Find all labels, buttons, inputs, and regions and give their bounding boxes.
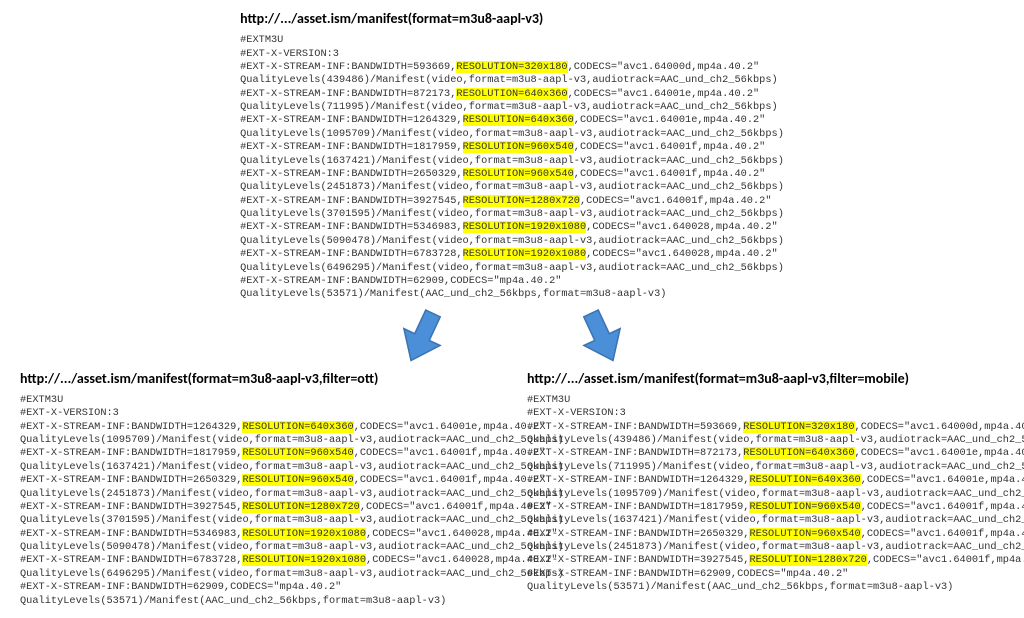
code-line: #EXTM3U (527, 394, 1004, 407)
code-line: #EXT-X-STREAM-INF:BANDWIDTH=3927545,RESO… (20, 501, 497, 514)
code-line: #EXT-X-STREAM-INF:BANDWIDTH=2650329,RESO… (20, 474, 497, 487)
manifest-mobile-body: #EXTM3U#EXT-X-VERSION:3#EXT-X-STREAM-INF… (527, 394, 1004, 595)
resolution-highlight: RESOLUTION=320x180 (456, 61, 567, 73)
code-line: QualityLevels(6496295)/Manifest(video,fo… (240, 262, 784, 275)
code-line: QualityLevels(3701595)/Manifest(video,fo… (20, 514, 497, 527)
code-line: #EXT-X-STREAM-INF:BANDWIDTH=1264329,RESO… (527, 474, 1004, 487)
code-line: QualityLevels(1095709)/Manifest(video,fo… (240, 128, 784, 141)
resolution-highlight: RESOLUTION=1280x720 (242, 501, 359, 513)
manifest-ott-body: #EXTM3U#EXT-X-VERSION:3#EXT-X-STREAM-INF… (20, 394, 497, 608)
code-line: #EXT-X-STREAM-INF:BANDWIDTH=5346983,RESO… (240, 221, 784, 234)
code-line: QualityLevels(2451873)/Manifest(video,fo… (527, 541, 1004, 554)
code-line: #EXTM3U (240, 34, 784, 47)
code-line: QualityLevels(711995)/Manifest(video,for… (240, 101, 784, 114)
code-line: #EXT-X-STREAM-INF:BANDWIDTH=2650329,RESO… (527, 528, 1004, 541)
code-line: QualityLevels(711995)/Manifest(video,for… (527, 461, 1004, 474)
resolution-highlight: RESOLUTION=960x540 (242, 474, 353, 486)
code-line: #EXT-X-VERSION:3 (527, 407, 1004, 420)
arrow-down-left-icon (392, 309, 452, 365)
code-line: #EXT-X-STREAM-INF:BANDWIDTH=3927545,RESO… (240, 195, 784, 208)
resolution-highlight: RESOLUTION=640x360 (749, 474, 860, 486)
code-line: #EXT-X-STREAM-INF:BANDWIDTH=6783728,RESO… (240, 248, 784, 261)
code-line: #EXT-X-STREAM-INF:BANDWIDTH=3927545,RESO… (527, 554, 1004, 567)
resolution-highlight: RESOLUTION=1920x1080 (242, 554, 366, 566)
code-line: #EXT-X-STREAM-INF:BANDWIDTH=62909,CODECS… (527, 568, 1004, 581)
code-line: #EXTM3U (20, 394, 497, 407)
resolution-highlight: RESOLUTION=1280x720 (749, 554, 866, 566)
resolution-highlight: RESOLUTION=1280x720 (463, 195, 580, 207)
code-line: #EXT-X-STREAM-INF:BANDWIDTH=593669,RESOL… (527, 421, 1004, 434)
code-line: QualityLevels(1637421)/Manifest(video,fo… (20, 461, 497, 474)
code-line: QualityLevels(2451873)/Manifest(video,fo… (20, 488, 497, 501)
code-line: #EXT-X-STREAM-INF:BANDWIDTH=62909,CODECS… (240, 275, 784, 288)
manifest-source-url: http://.../asset.ism/manifest(format=m3u… (240, 10, 784, 28)
code-line: #EXT-X-STREAM-INF:BANDWIDTH=872173,RESOL… (527, 447, 1004, 460)
code-line: QualityLevels(1637421)/Manifest(video,fo… (240, 155, 784, 168)
manifest-mobile-url: http://.../asset.ism/manifest(format=m3u… (527, 370, 1004, 388)
code-line: QualityLevels(5090478)/Manifest(video,fo… (240, 235, 784, 248)
code-line: QualityLevels(5090478)/Manifest(video,fo… (20, 541, 497, 554)
code-line: #EXT-X-STREAM-INF:BANDWIDTH=1817959,RESO… (20, 447, 497, 460)
code-line: #EXT-X-STREAM-INF:BANDWIDTH=5346983,RESO… (20, 528, 497, 541)
resolution-highlight: RESOLUTION=960x540 (749, 501, 860, 513)
filter-arrows (20, 308, 1004, 366)
code-line: QualityLevels(439486)/Manifest(video,for… (527, 434, 1004, 447)
code-line: QualityLevels(53571)/Manifest(AAC_und_ch… (20, 595, 497, 608)
code-line: #EXT-X-STREAM-INF:BANDWIDTH=872173,RESOL… (240, 88, 784, 101)
code-line: QualityLevels(1095709)/Manifest(video,fo… (20, 434, 497, 447)
code-line: #EXT-X-STREAM-INF:BANDWIDTH=1264329,RESO… (20, 421, 497, 434)
code-line: QualityLevels(6496295)/Manifest(video,fo… (20, 568, 497, 581)
code-line: #EXT-X-STREAM-INF:BANDWIDTH=2650329,RESO… (240, 168, 784, 181)
code-line: QualityLevels(439486)/Manifest(video,for… (240, 74, 784, 87)
resolution-highlight: RESOLUTION=960x540 (749, 528, 860, 540)
code-line: QualityLevels(1637421)/Manifest(video,fo… (527, 514, 1004, 527)
code-line: QualityLevels(3701595)/Manifest(video,fo… (240, 208, 784, 221)
resolution-highlight: RESOLUTION=1920x1080 (463, 248, 587, 260)
code-line: #EXT-X-STREAM-INF:BANDWIDTH=6783728,RESO… (20, 554, 497, 567)
arrow-down-right-icon (572, 309, 632, 365)
code-line: #EXT-X-VERSION:3 (240, 48, 784, 61)
resolution-highlight: RESOLUTION=640x360 (242, 421, 353, 433)
resolution-highlight: RESOLUTION=960x540 (463, 141, 574, 153)
manifest-filter-mobile: http://.../asset.ism/manifest(format=m3u… (527, 370, 1004, 608)
code-line: QualityLevels(53571)/Manifest(AAC_und_ch… (240, 288, 784, 301)
code-line: #EXT-X-STREAM-INF:BANDWIDTH=62909,CODECS… (20, 581, 497, 594)
code-line: #EXT-X-STREAM-INF:BANDWIDTH=1817959,RESO… (240, 141, 784, 154)
resolution-highlight: RESOLUTION=320x180 (743, 421, 854, 433)
code-line: #EXT-X-STREAM-INF:BANDWIDTH=593669,RESOL… (240, 61, 784, 74)
resolution-highlight: RESOLUTION=640x360 (743, 447, 854, 459)
code-line: QualityLevels(2451873)/Manifest(video,fo… (240, 181, 784, 194)
manifest-source-body: #EXTM3U#EXT-X-VERSION:3#EXT-X-STREAM-INF… (240, 34, 784, 302)
resolution-highlight: RESOLUTION=960x540 (242, 447, 353, 459)
resolution-highlight: RESOLUTION=640x360 (463, 114, 574, 126)
code-line: QualityLevels(1095709)/Manifest(video,fo… (527, 488, 1004, 501)
manifest-filter-ott: http://.../asset.ism/manifest(format=m3u… (20, 370, 497, 608)
code-line: #EXT-X-STREAM-INF:BANDWIDTH=1817959,RESO… (527, 501, 1004, 514)
resolution-highlight: RESOLUTION=960x540 (463, 168, 574, 180)
manifest-ott-url: http://.../asset.ism/manifest(format=m3u… (20, 370, 497, 388)
manifest-source: http://.../asset.ism/manifest(format=m3u… (20, 10, 1004, 302)
code-line: QualityLevels(53571)/Manifest(AAC_und_ch… (527, 581, 1004, 594)
resolution-highlight: RESOLUTION=1920x1080 (242, 528, 366, 540)
code-line: #EXT-X-VERSION:3 (20, 407, 497, 420)
resolution-highlight: RESOLUTION=640x360 (456, 88, 567, 100)
resolution-highlight: RESOLUTION=1920x1080 (463, 221, 587, 233)
code-line: #EXT-X-STREAM-INF:BANDWIDTH=1264329,RESO… (240, 114, 784, 127)
